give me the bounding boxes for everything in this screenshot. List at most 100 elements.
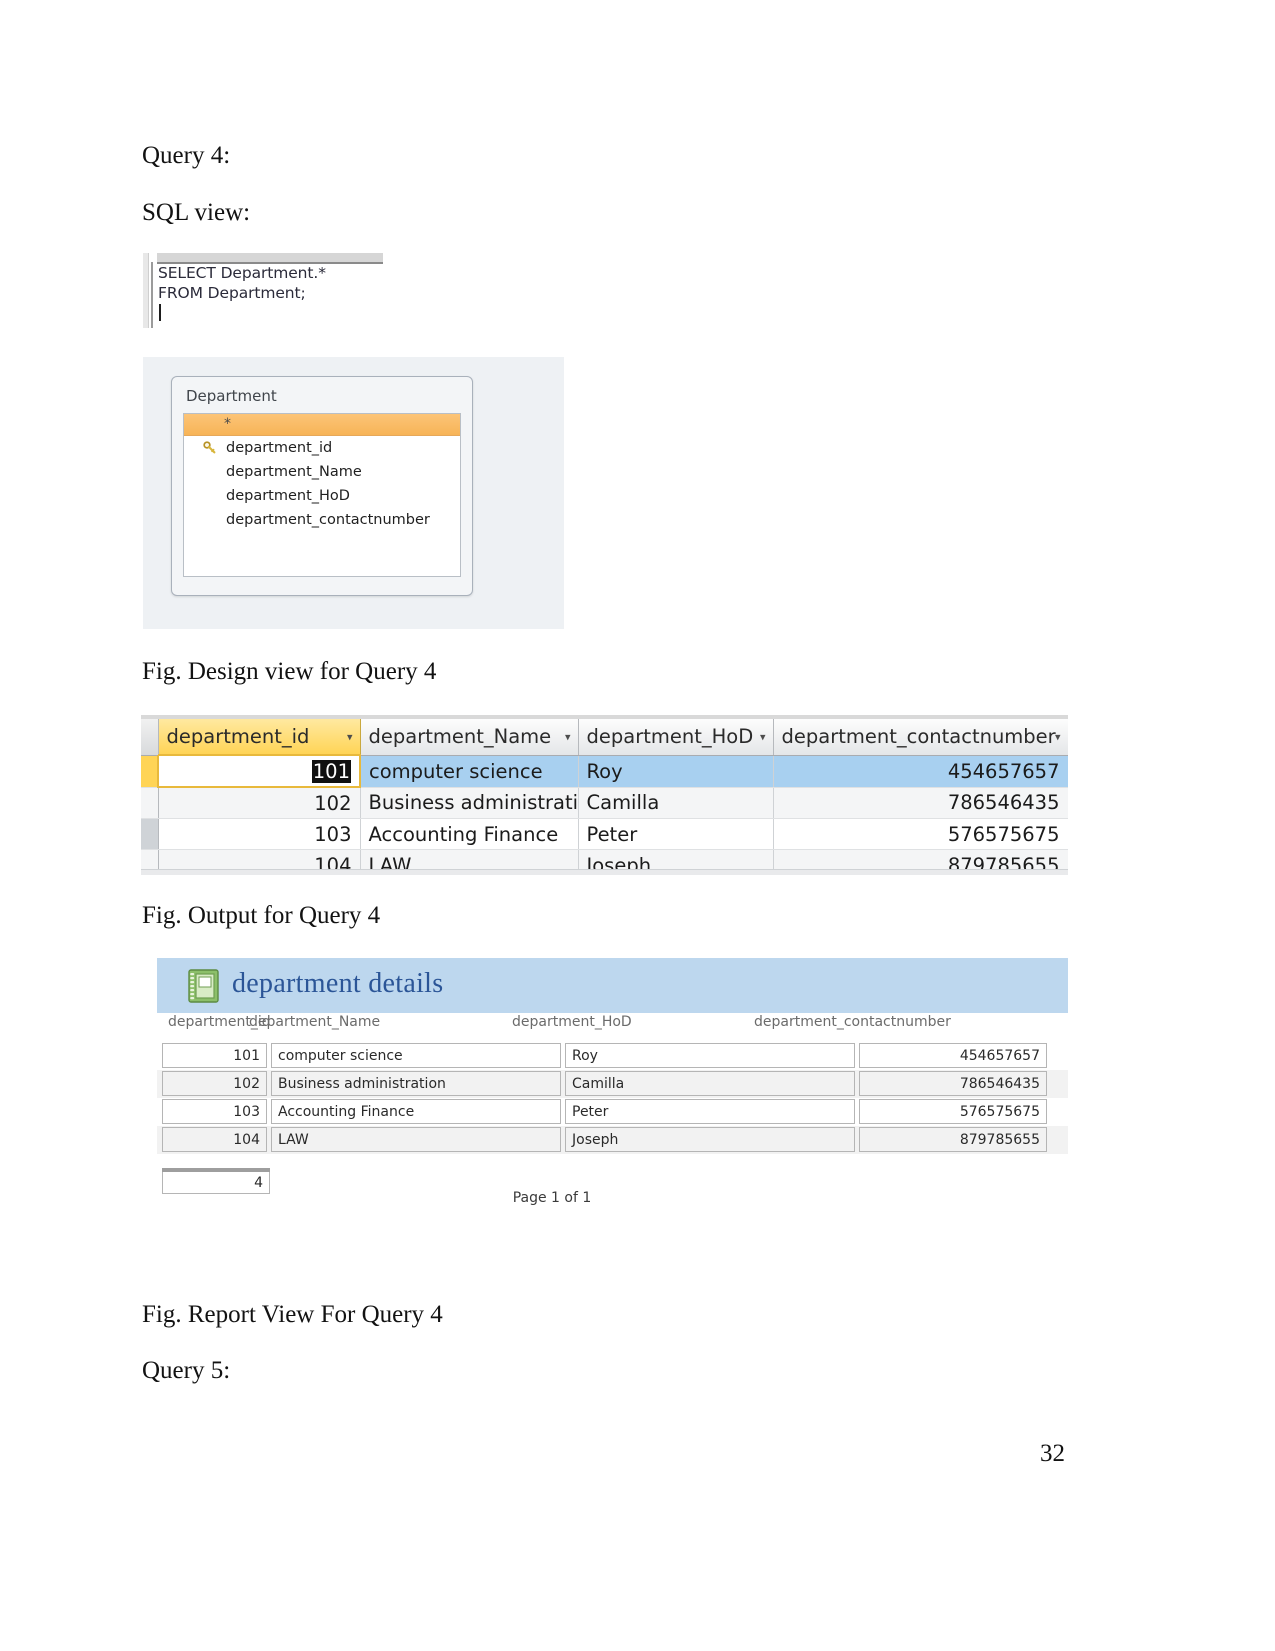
query-5-heading: Query 5: (142, 1357, 231, 1384)
notebook-icon (188, 969, 219, 1003)
key-icon (203, 441, 216, 454)
sql-left-rail (143, 253, 149, 328)
query-4-heading: Query 4: (142, 142, 231, 169)
figure-caption-output: Fig. Output for Query 4 (142, 902, 381, 929)
table-row[interactable]: 102 Business administratio Camilla 78654… (141, 787, 1068, 819)
report-rows: 101 computer science Roy 454657657 102 B… (157, 1042, 1068, 1154)
cell-department-id: 104 (162, 1127, 267, 1152)
report-header-department-hod: department_HoD (512, 1014, 632, 1030)
cell-department-name: Accounting Finance (271, 1099, 561, 1124)
cell-department-id[interactable]: 103 (158, 818, 361, 850)
cell-value: Peter (586, 822, 638, 846)
chevron-down-icon[interactable]: ▾ (347, 730, 353, 743)
cell-department-contactnumber[interactable]: 454657657 (773, 755, 1068, 788)
field-label: department_HoD (226, 488, 350, 504)
page-number: 32 (1040, 1440, 1065, 1467)
figure-caption-design-view: Fig. Design view for Query 4 (142, 658, 437, 685)
datasheet-header-row: department_id ▾ department_Name ▾ depart… (141, 719, 1068, 756)
sql-gutter (151, 262, 157, 328)
department-table-box[interactable]: Department * department_id department_Na… (171, 376, 473, 596)
cell-department-name: LAW (271, 1127, 561, 1152)
sql-view-screenshot: SELECT Department.* FROM Department; (143, 253, 383, 328)
row-selector[interactable] (141, 755, 159, 788)
cell-value: 786546435 (947, 791, 1060, 815)
datasheet-table: department_id ▾ department_Name ▾ depart… (141, 719, 1068, 875)
cell-department-hod[interactable]: Peter (578, 818, 774, 850)
cell-department-hod[interactable]: Camilla (578, 787, 774, 819)
list-item[interactable]: 103 Accounting Finance Peter 576575675 (157, 1098, 1068, 1126)
cell-department-id: 102 (162, 1071, 267, 1096)
chevron-down-icon[interactable]: ▾ (760, 730, 766, 743)
field-row-department-hod[interactable]: department_HoD (184, 484, 460, 508)
row-selector[interactable] (141, 818, 159, 850)
column-header-department-id[interactable]: department_id ▾ (158, 719, 361, 756)
column-header-label: department_HoD (586, 725, 754, 749)
cell-value: Camilla (586, 791, 660, 815)
chevron-down-icon[interactable]: ▾ (1055, 730, 1061, 743)
list-item[interactable]: 102 Business administration Camilla 7865… (157, 1070, 1068, 1098)
cell-value: 101 (311, 759, 351, 783)
chevron-down-icon[interactable]: ▾ (565, 730, 571, 743)
cell-department-contactnumber: 576575675 (859, 1099, 1047, 1124)
field-label: department_Name (226, 464, 362, 480)
cell-department-id: 103 (162, 1099, 267, 1124)
report-title: department details (232, 968, 444, 999)
report-view-screenshot: department details department_id departm… (157, 958, 1068, 1223)
cell-value: 454657657 (947, 759, 1060, 783)
table-title: Department (186, 387, 277, 405)
cell-value: 576575675 (947, 822, 1060, 846)
row-selector[interactable] (141, 787, 159, 819)
cell-department-name[interactable]: Business administratio (360, 787, 579, 819)
report-header-department-contactnumber: department_contactnumber (754, 1014, 951, 1030)
cell-value: Roy (586, 759, 623, 783)
field-row-department-name[interactable]: department_Name (184, 460, 460, 484)
cell-department-name[interactable]: computer science (360, 755, 579, 788)
table-row[interactable]: 103 Accounting Finance Peter 576575675 (141, 818, 1068, 850)
text-cursor (159, 304, 161, 321)
sql-code-text: SELECT Department.* FROM Department; (158, 264, 326, 302)
field-row-department-contactnumber[interactable]: department_contactnumber (184, 508, 460, 532)
cell-department-hod: Camilla (565, 1071, 855, 1096)
cell-value: Business administratio (368, 791, 578, 815)
list-item[interactable]: 101 computer science Roy 454657657 (157, 1042, 1068, 1070)
list-item[interactable]: 104 LAW Joseph 879785655 (157, 1126, 1068, 1154)
cell-department-hod: Peter (565, 1099, 855, 1124)
column-header-department-contactnumber[interactable]: department_contactnumber ▾ (773, 719, 1068, 756)
cell-value: 102 (314, 791, 352, 815)
cell-value: 103 (314, 822, 352, 846)
cell-department-id[interactable]: 101 (157, 754, 361, 788)
document-page: Query 4: SQL view: SELECT Department.* F… (0, 0, 1275, 1651)
datasheet-output-screenshot: department_id ▾ department_Name ▾ depart… (141, 715, 1068, 875)
report-page-label: Page 1 of 1 (512, 1190, 592, 1206)
column-header-label: department_contactnumber (781, 725, 1056, 749)
report-column-headers: department_id department_Name department… (157, 1014, 1068, 1040)
cell-department-id[interactable]: 102 (158, 787, 361, 819)
cell-department-name[interactable]: Accounting Finance (360, 818, 579, 850)
field-row-department-id[interactable]: department_id (184, 436, 460, 460)
field-label: department_id (226, 440, 333, 456)
cell-department-contactnumber[interactable]: 576575675 (773, 818, 1068, 850)
column-header-department-hod[interactable]: department_HoD ▾ (578, 719, 774, 756)
cell-department-contactnumber: 879785655 (859, 1127, 1047, 1152)
cell-department-contactnumber[interactable]: 786546435 (773, 787, 1068, 819)
column-header-label: department_id (166, 725, 310, 748)
datasheet-bottom-rule (141, 869, 1068, 875)
cell-department-hod[interactable]: Roy (578, 755, 774, 788)
select-all-corner[interactable] (141, 719, 159, 756)
table-row[interactable]: 101 computer science Roy 454657657 (141, 754, 1068, 788)
cell-value: Accounting Finance (368, 822, 559, 846)
cell-department-hod: Joseph (565, 1127, 855, 1152)
field-label: department_contactnumber (226, 512, 430, 528)
figure-caption-report-view: Fig. Report View For Query 4 (142, 1301, 443, 1328)
column-header-department-name[interactable]: department_Name ▾ (360, 719, 579, 756)
cell-department-name: Business administration (271, 1071, 561, 1096)
field-list: * department_id department_Name departme… (183, 413, 461, 577)
cell-department-hod: Roy (565, 1043, 855, 1068)
field-row-star[interactable]: * (184, 414, 460, 436)
cell-value: computer science (369, 759, 543, 783)
cell-department-contactnumber: 454657657 (859, 1043, 1047, 1068)
report-header-department-name: department_Name (249, 1014, 381, 1030)
column-header-label: department_Name (368, 725, 552, 749)
cell-department-name: computer science (271, 1043, 561, 1068)
cell-department-id: 101 (162, 1043, 267, 1068)
